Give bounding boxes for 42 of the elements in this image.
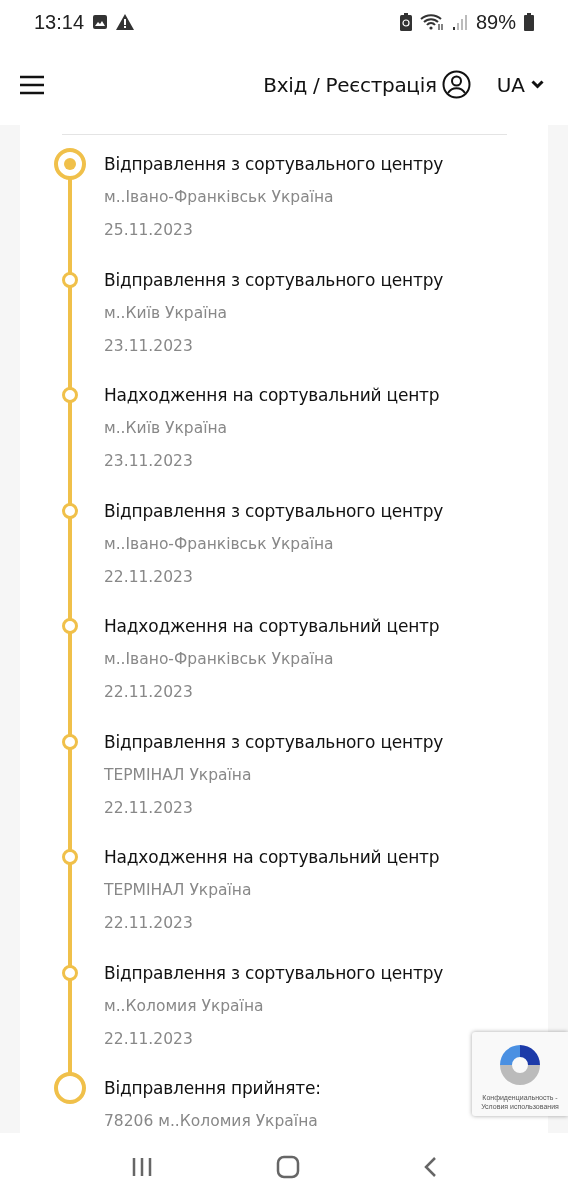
status-title: Надходження на сортувальний центр (104, 615, 440, 638)
battery-icon (524, 13, 534, 31)
user-icon[interactable] (441, 70, 471, 99)
status-title: Надходження на сортувальний центр (104, 846, 440, 869)
signal-icon (451, 13, 468, 31)
recent-apps-icon[interactable] (131, 1155, 154, 1178)
date-text: 22.11.2023 (104, 566, 194, 588)
location-text: м..Івано-Франківськ Україна (104, 649, 335, 670)
location-text: 78206 м..Коломия Україна (104, 1111, 319, 1132)
home-icon[interactable] (276, 1154, 300, 1179)
status-title: Відправлення з сортувального центру (104, 268, 444, 292)
status-title: Відправлення з сортувального центру (104, 153, 444, 176)
battery-percentage: 89% (475, 10, 516, 34)
image-icon (92, 14, 109, 30)
date-text: 23.11.2023 (104, 335, 194, 357)
location-text: ТЕРМІНАЛ Україна (104, 880, 253, 901)
date-text: 23.11.2023 (104, 451, 194, 472)
location-text: м..Київ Україна (104, 302, 229, 324)
back-icon[interactable] (422, 1155, 437, 1178)
clock: 13:14 (34, 10, 85, 34)
date-text: 22.11.2023 (104, 913, 194, 934)
login-register-link[interactable]: Вхід / Реєстрація (263, 72, 437, 97)
location-text: м..Івано-Франківськ Україна (104, 187, 335, 208)
location-text: ТЕРМІНАЛ Україна (104, 764, 253, 786)
wifi-icon (419, 13, 444, 31)
battery-saver-icon (399, 13, 412, 31)
location-text: м..Коломия Україна (104, 995, 265, 1017)
date-text: 22.11.2023 (104, 682, 194, 703)
status-title: Відправлення з сортувального центру (104, 961, 444, 985)
location-text: м..Івано-Франківськ Україна (104, 533, 335, 555)
warning-icon (116, 14, 135, 30)
date-text: 22.11.2023 (104, 797, 194, 819)
status-title: Відправлення прийняте: (104, 1077, 321, 1100)
chevron-down-icon (531, 80, 544, 89)
date-text: 25.11.2023 (104, 220, 194, 241)
status-title: Надходження на сортувальний центр (104, 384, 440, 407)
date-text: 22.11.2023 (104, 1028, 194, 1050)
location-text: м..Київ Україна (104, 418, 229, 439)
menu-icon[interactable] (20, 74, 44, 95)
status-title: Відправлення з сортувального центру (104, 499, 444, 523)
status-title: Відправлення з сортувального центру (104, 730, 444, 754)
language-selector[interactable]: UA (496, 72, 544, 97)
